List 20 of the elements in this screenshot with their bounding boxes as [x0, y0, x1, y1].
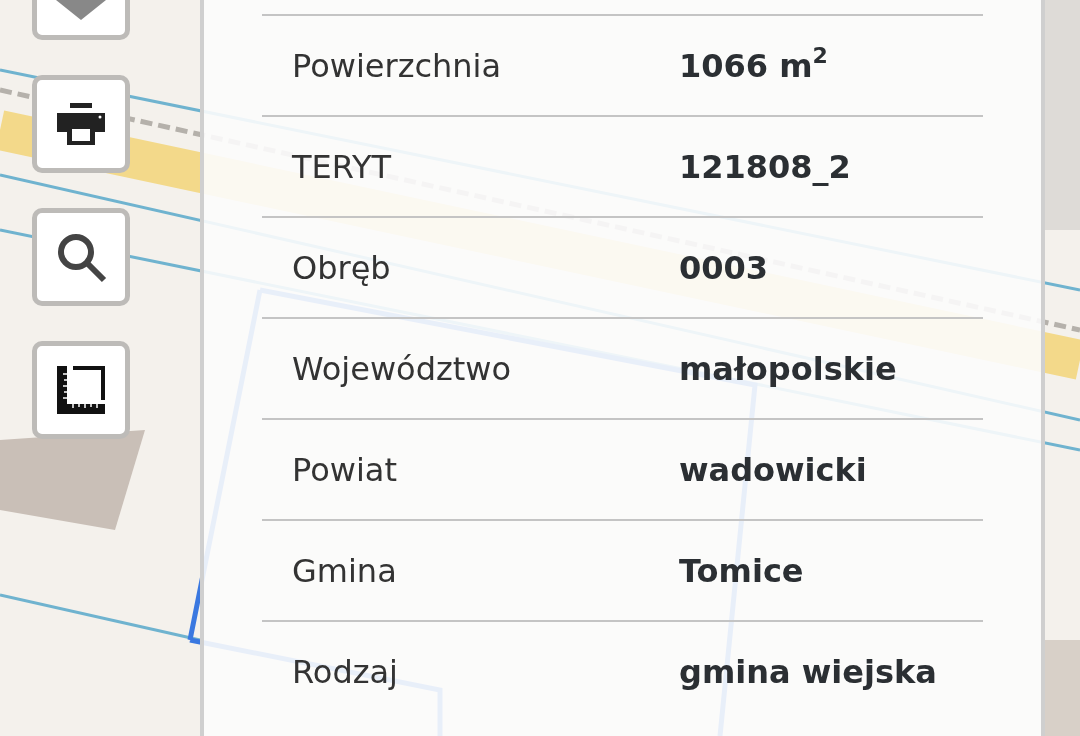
field-value: 0003: [679, 248, 769, 287]
field-value: gmina wiejska: [679, 652, 937, 691]
field-label: Obręb: [292, 248, 392, 287]
search-button[interactable]: [32, 208, 130, 306]
field-label: Powiat: [292, 450, 398, 489]
field-value: 121808_2: [679, 147, 851, 186]
field-value: Tomice: [679, 551, 804, 590]
field-value: 1066 m$^{2}$: [679, 46, 828, 85]
field-label: Powierzchnia: [292, 46, 503, 85]
measure-button[interactable]: [32, 341, 130, 439]
field-label: Gmina: [292, 551, 398, 590]
field-label: TERYT: [292, 147, 393, 186]
field-label: Województwo: [292, 349, 513, 388]
caret-icon: [56, 0, 106, 22]
search-icon: [55, 231, 107, 283]
field-value: wadowicki: [679, 450, 867, 489]
field-label: Rodzaj: [292, 652, 399, 691]
printer-icon: [57, 103, 105, 145]
field-value: małopolskie: [679, 349, 897, 388]
print-button[interactable]: [32, 75, 130, 173]
